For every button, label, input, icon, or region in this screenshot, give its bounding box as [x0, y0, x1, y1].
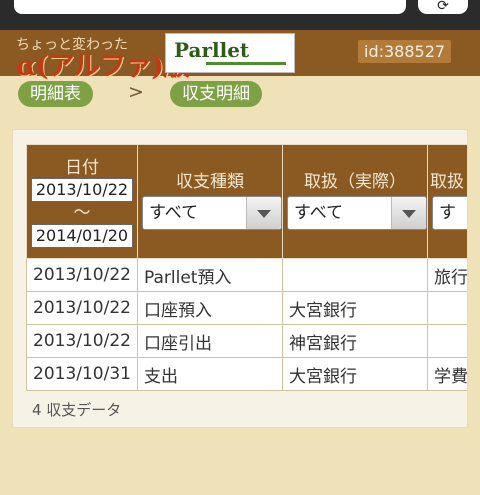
parllet-logo[interactable]: Parllet — [165, 33, 295, 73]
date-range-mark: 〜 — [73, 203, 91, 223]
row-type: 支出 — [136, 357, 283, 391]
chevron-down-icon[interactable] — [390, 197, 426, 229]
browser-bar: ⟳ — [0, 0, 480, 30]
col-partial-label: 取扱 — [429, 172, 464, 192]
col-date-label: 日付 — [64, 158, 99, 178]
table-row[interactable]: 2013/10/22 口座引出 神宮銀行 — [26, 324, 467, 358]
date-from-field[interactable]: 2013/10/22 — [30, 178, 133, 202]
row-handler — [281, 258, 428, 292]
row-date: 2013/10/22 — [26, 291, 138, 325]
col-type: 収支種類 すべて — [136, 144, 283, 259]
date-to-field[interactable]: 2014/01/20 — [30, 224, 133, 248]
table-row[interactable]: 2013/10/31 支出 大宮銀行 学費 — [26, 357, 467, 391]
site-logo[interactable]: α(アルファ)版 — [16, 44, 190, 83]
row-handler: 大宮銀行 — [281, 357, 428, 391]
record-count: 4 収支データ — [32, 401, 122, 419]
row-handler: 神宮銀行 — [281, 324, 428, 358]
type-filter-value: すべて — [148, 203, 199, 223]
handler-filter-value: すべて — [293, 203, 344, 223]
breadcrumb-separator: > — [128, 81, 144, 103]
address-bar[interactable] — [14, 0, 406, 14]
logo-arrow-icon — [206, 62, 286, 65]
table-row[interactable]: 2013/10/22 口座預入 大宮銀行 — [26, 291, 467, 325]
col-handler-label: 取扱（実際） — [303, 172, 406, 192]
row-date: 2013/10/31 — [26, 357, 138, 391]
row-type: 口座預入 — [136, 291, 283, 325]
row-date: 2013/10/22 — [26, 258, 138, 292]
table-row[interactable]: 2013/10/22 Parllet預入 旅行 — [26, 258, 467, 292]
row-extra — [426, 291, 467, 325]
row-extra: 学費 — [426, 357, 467, 391]
partial-filter-select[interactable]: す — [431, 196, 467, 230]
col-partial: 取扱 す — [426, 144, 467, 259]
row-type: 口座引出 — [136, 324, 283, 358]
row-extra — [426, 324, 467, 358]
breadcrumb-statement[interactable]: 明細表 — [18, 81, 93, 107]
reload-icon[interactable]: ⟳ — [418, 0, 468, 14]
row-date: 2013/10/22 — [26, 324, 138, 358]
breadcrumb-income-detail[interactable]: 収支明細 — [170, 81, 262, 107]
user-id: id:388527 — [358, 40, 452, 63]
col-type-label: 収支種類 — [175, 172, 244, 192]
row-handler: 大宮銀行 — [281, 291, 428, 325]
parllet-logo-text: Parllet — [174, 38, 250, 62]
col-date: 日付 2013/10/22 〜 2014/01/20 — [26, 144, 138, 259]
row-type: Parllet預入 — [136, 258, 283, 292]
table-header-row: 日付 2013/10/22 〜 2014/01/20 収支種類 すべて 取扱（実… — [26, 144, 467, 259]
content-panel: 日付 2013/10/22 〜 2014/01/20 収支種類 すべて 取扱（実… — [12, 129, 468, 428]
row-extra: 旅行 — [426, 258, 467, 292]
chevron-down-icon[interactable] — [245, 197, 281, 229]
col-handler: 取扱（実際） すべて — [281, 144, 428, 259]
transactions-table: 日付 2013/10/22 〜 2014/01/20 収支種類 すべて 取扱（実… — [26, 144, 467, 391]
partial-filter-value: す — [438, 203, 456, 223]
type-filter-select[interactable]: すべて — [141, 196, 282, 230]
handler-filter-select[interactable]: すべて — [286, 196, 427, 230]
